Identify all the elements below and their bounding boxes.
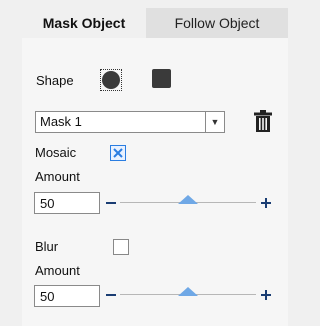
blur-label: Blur	[35, 239, 59, 254]
blur-checkbox[interactable]	[113, 239, 129, 255]
tab-content: Shape Mask 1 ▼ Mosaic Amount 50 Blur Amo…	[22, 38, 288, 326]
mosaic-amount-input[interactable]: 50	[34, 192, 100, 214]
mask-select-value: Mask 1	[40, 114, 82, 129]
square-shape-button[interactable]	[152, 69, 171, 88]
blur-amount-input[interactable]: 50	[34, 285, 100, 307]
tab-mask-object[interactable]: Mask Object	[22, 8, 146, 38]
tab-follow-object[interactable]: Follow Object	[146, 8, 288, 38]
circle-shape-button[interactable]	[100, 69, 122, 91]
mosaic-label: Mosaic	[35, 145, 77, 160]
mosaic-plus-icon-v[interactable]	[265, 198, 267, 208]
chevron-down-icon[interactable]: ▼	[205, 112, 224, 132]
mosaic-checkbox[interactable]	[110, 145, 126, 161]
blur-slider-thumb[interactable]	[178, 287, 198, 296]
circle-shape-icon	[102, 71, 120, 89]
shape-label: Shape	[36, 73, 74, 88]
blur-plus-icon-v[interactable]	[265, 290, 267, 300]
blur-amount-value: 50	[40, 289, 55, 304]
mask-select[interactable]: Mask 1 ▼	[35, 111, 225, 133]
trash-icon[interactable]	[254, 110, 272, 132]
tab-bar: Mask Object Follow Object	[22, 8, 288, 38]
mosaic-amount-value: 50	[40, 196, 55, 211]
mosaic-amount-label: Amount	[35, 169, 80, 184]
blur-minus-icon[interactable]	[106, 294, 116, 296]
mask-panel: Mask Object Follow Object Shape Mask 1 ▼…	[22, 8, 288, 326]
mosaic-slider-thumb[interactable]	[178, 195, 198, 204]
mosaic-minus-icon[interactable]	[106, 202, 116, 204]
blur-amount-label: Amount	[35, 263, 80, 278]
checkmark-x-icon	[112, 147, 123, 158]
